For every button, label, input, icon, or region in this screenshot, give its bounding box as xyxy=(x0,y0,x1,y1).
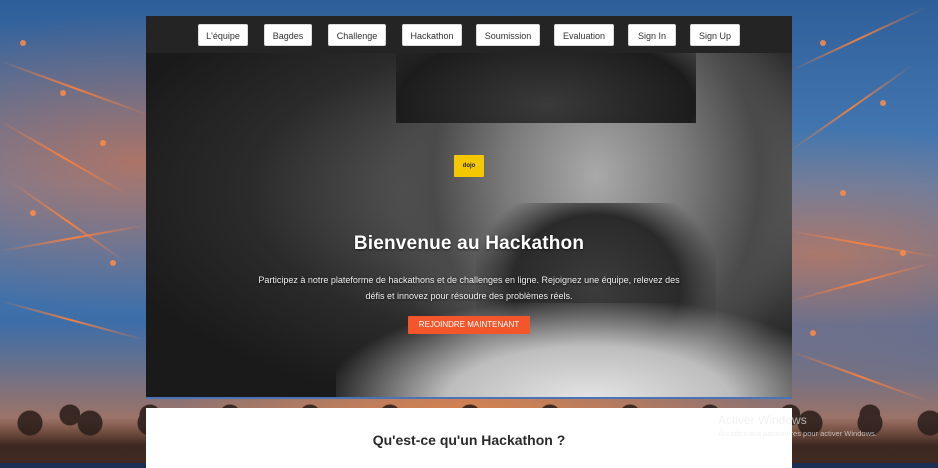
join-now-button[interactable]: REJOINDRE MAINTENANT xyxy=(408,316,530,334)
watermark-title: Activer Windows xyxy=(718,413,807,427)
nav-soumission-button[interactable]: Soumission xyxy=(476,24,540,46)
dojo-logo: dojo xyxy=(454,155,484,177)
hero-title: Bienvenue au Hackathon xyxy=(353,233,585,254)
nav-hackathon-button[interactable]: Hackathon xyxy=(402,24,462,46)
nav-sign-up-button[interactable]: Sign Up xyxy=(690,24,740,46)
hero-banner: dojo Bienvenue au Hackathon Participez à… xyxy=(146,53,792,397)
windows-activation-watermark: Activer Windows Accédez aux paramètres p… xyxy=(718,413,877,438)
section-title: Qu'est-ce qu'un Hackathon ? xyxy=(372,432,566,448)
nav-badges-button[interactable]: Bagdes xyxy=(264,24,312,46)
nav-sign-in-button[interactable]: Sign In xyxy=(628,24,676,46)
nav-challenge-button[interactable]: Challenge xyxy=(328,24,386,46)
divider xyxy=(146,397,792,399)
nav-equipe-button[interactable]: L'équipe xyxy=(198,24,248,46)
about-section: Qu'est-ce qu'un Hackathon ? xyxy=(146,408,792,468)
navbar: L'équipe Bagdes Challenge Hackathon Soum… xyxy=(146,16,792,53)
watermark-subtitle: Accédez aux paramètres pour activer Wind… xyxy=(718,429,877,438)
nav-evaluation-button[interactable]: Evaluation xyxy=(554,24,614,46)
hero-description: Participez à notre plateforme de hackath… xyxy=(258,275,680,301)
main-panel: L'équipe Bagdes Challenge Hackathon Soum… xyxy=(146,16,792,468)
